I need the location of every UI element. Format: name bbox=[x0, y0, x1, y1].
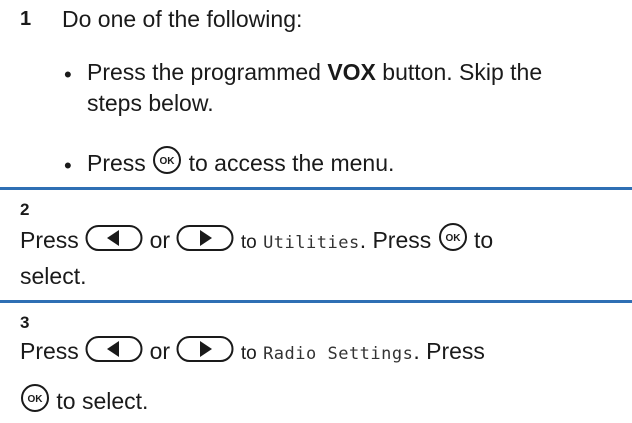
svg-text:OK: OK bbox=[160, 156, 176, 167]
step-3-line2: OK to select. bbox=[20, 383, 148, 415]
step-1-option-vox: Press the programmed VOX button. Skip th… bbox=[87, 58, 542, 86]
step-3-line2-text: to select. bbox=[56, 388, 149, 414]
step-2-press: Press bbox=[20, 227, 79, 253]
step-2-line1: Press or to Utilities. Press OK to bbox=[20, 222, 493, 257]
option-vox-prefix: Press the programmed bbox=[87, 59, 328, 85]
ok-button-icon: OK bbox=[21, 384, 49, 412]
step-divider bbox=[0, 300, 632, 303]
step-2-or: or bbox=[149, 227, 171, 253]
step-number-1: 1 bbox=[20, 8, 32, 30]
step-2-press2: . Press bbox=[359, 227, 432, 253]
right-arrow-button-icon bbox=[176, 225, 234, 251]
left-arrow-button-icon bbox=[85, 336, 143, 362]
right-arrow-button-icon bbox=[176, 336, 234, 362]
bullet-marker: • bbox=[64, 153, 72, 178]
step-3-line1: Press or to Radio Settings. Press bbox=[20, 335, 485, 368]
bullet-marker: • bbox=[64, 62, 72, 87]
option-vox-suffix: button. Skip the bbox=[375, 59, 543, 85]
menu-item-utilities: Utilities bbox=[263, 233, 360, 253]
ok-button-icon: OK bbox=[438, 223, 467, 251]
step-1-intro: Do one of the following: bbox=[62, 6, 303, 32]
step-divider bbox=[0, 187, 632, 190]
step-3-press: Press bbox=[20, 338, 79, 364]
step-2-to: to bbox=[240, 232, 257, 253]
step-2-to2: to bbox=[474, 227, 494, 253]
step-3-to: to bbox=[240, 343, 257, 364]
menu-item-radio-settings: Radio Settings bbox=[263, 344, 414, 364]
step-1-option-vox-line2: steps below. bbox=[87, 90, 214, 116]
option-menu-prefix: Press bbox=[87, 150, 146, 176]
step-3-press2: . Press bbox=[413, 338, 485, 364]
step-number-3: 3 bbox=[20, 313, 30, 332]
svg-text:OK: OK bbox=[28, 394, 44, 405]
step-2-line2: select. bbox=[20, 263, 87, 289]
step-1-option-menu: Press OK to access the menu. bbox=[87, 145, 394, 177]
step-3-or: or bbox=[149, 338, 171, 364]
vox-button-label: VOX bbox=[327, 59, 376, 85]
option-menu-suffix: to access the menu. bbox=[188, 150, 395, 176]
ok-button-icon: OK bbox=[153, 146, 182, 174]
step-number-2: 2 bbox=[20, 200, 30, 219]
left-arrow-button-icon bbox=[85, 225, 143, 251]
svg-text:OK: OK bbox=[445, 233, 461, 244]
